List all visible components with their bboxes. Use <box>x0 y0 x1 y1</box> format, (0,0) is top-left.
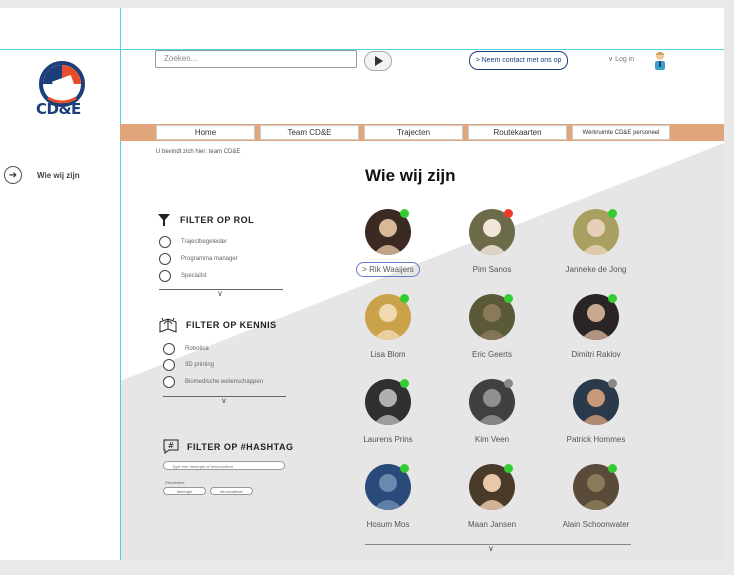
radio-button[interactable] <box>163 343 175 355</box>
nav-werkruimte[interactable]: Werkruimte CD&E personeel <box>572 125 670 140</box>
status-indicator <box>400 379 409 388</box>
member-name[interactable]: Alain Schoonwater <box>563 520 630 529</box>
member-name[interactable]: Laurens Prins <box>363 435 412 444</box>
status-indicator <box>504 379 513 388</box>
status-indicator <box>504 209 513 218</box>
status-indicator <box>504 464 513 473</box>
radio-button[interactable] <box>163 376 175 388</box>
option-label: 3D printing <box>185 362 215 368</box>
team-member-card[interactable]: Pim Sanos <box>440 209 544 277</box>
svg-text:#: # <box>168 441 175 450</box>
hashtag-tag[interactable]: #innovatieve <box>210 487 253 495</box>
filter-kennis-option[interactable]: 3D printing <box>163 359 214 371</box>
member-name[interactable]: Dimitri Raklov <box>571 350 620 359</box>
status-indicator <box>400 209 409 218</box>
chevron-down-icon[interactable]: ∨ <box>221 396 227 405</box>
status-indicator <box>608 209 617 218</box>
nav-home[interactable]: Home <box>156 125 255 140</box>
login-label: Log in <box>615 56 635 63</box>
member-name[interactable]: Kim Veen <box>475 435 509 444</box>
team-member-card[interactable]: Eric Geerts <box>440 294 544 362</box>
nav-team-cde[interactable]: Team CD&E <box>260 125 359 140</box>
radio-button[interactable] <box>159 270 171 282</box>
chevron-down-icon[interactable]: ∨ <box>217 289 223 298</box>
hashtag-tag[interactable]: #energie <box>163 487 206 495</box>
contact-button[interactable]: > Neem contact met ons op <box>469 51 568 70</box>
sidebar-item-wie-wij-zijn[interactable]: ➔ Wie wij zijn <box>4 166 80 184</box>
guide-line-horizontal <box>0 49 724 50</box>
radio-button[interactable] <box>163 359 175 371</box>
team-member-card[interactable]: Maan Jansen <box>440 464 544 532</box>
member-name[interactable]: Janneke de Jong <box>566 265 627 274</box>
hashtag-input[interactable]: Type hier #energie of #innovatieve <box>163 461 285 470</box>
status-indicator <box>608 464 617 473</box>
team-member-card[interactable]: > Rik Waaijers <box>336 209 440 277</box>
filter-hashtag-title: FILTER OP #HASHTAG <box>187 442 294 452</box>
member-name[interactable]: Maan Jansen <box>468 520 516 529</box>
filter-kennis-option[interactable]: Robotica <box>163 343 209 355</box>
status-indicator <box>504 294 513 303</box>
results-label: Resultaten: <box>165 480 186 485</box>
play-icon <box>375 56 383 66</box>
option-label: Specialist <box>181 273 207 279</box>
nav-trajecten[interactable]: Trajecten <box>364 125 463 140</box>
option-label: Trajectbegeleider <box>181 239 228 245</box>
page-canvas: CD&E ➔ Wie wij zijn Zoeken... > Neem con… <box>0 8 724 560</box>
chevron-down-icon: ∨ <box>608 56 614 63</box>
team-member-card[interactable]: Dimitri Raklov <box>544 294 648 362</box>
team-member-card[interactable]: Hosum Mos <box>336 464 440 532</box>
team-member-card[interactable]: Alain Schoonwater <box>544 464 648 532</box>
filter-rol-option[interactable]: Programma manager <box>159 253 238 265</box>
filter-rol-option[interactable]: Specialist <box>159 270 207 282</box>
divider <box>365 544 631 545</box>
member-name[interactable]: > Rik Waaijers <box>356 262 420 277</box>
user-avatar-icon[interactable] <box>653 51 667 71</box>
brain-book-icon <box>159 317 177 333</box>
page-title: Wie wij zijn <box>365 166 456 185</box>
status-indicator <box>608 294 617 303</box>
member-name[interactable]: Hosum Mos <box>367 520 410 529</box>
breadcrumb: U bevindt zich hier: team CD&E <box>156 149 241 155</box>
chevron-down-icon[interactable]: ∨ <box>488 544 494 553</box>
filter-rol-option[interactable]: Trajectbegeleider <box>159 236 227 248</box>
status-indicator <box>400 464 409 473</box>
hashtag-chat-icon: # <box>163 439 179 454</box>
team-member-card[interactable]: Patrick Hommes <box>544 379 648 447</box>
search-input[interactable]: Zoeken... <box>155 50 357 68</box>
funnel-icon <box>158 214 170 226</box>
member-name[interactable]: Eric Geerts <box>472 350 512 359</box>
filter-kennis-option[interactable]: Biomedische wetenschappen <box>163 376 263 388</box>
nav-routekaarten[interactable]: Routekaarten <box>468 125 567 140</box>
member-name[interactable]: Pim Sanos <box>473 265 512 274</box>
radio-button[interactable] <box>159 236 171 248</box>
search-button[interactable] <box>364 51 392 71</box>
team-member-card[interactable]: Kim Veen <box>440 379 544 447</box>
status-indicator <box>608 379 617 388</box>
arrow-right-icon: ➔ <box>4 166 22 184</box>
option-label: Robotica <box>185 346 209 352</box>
member-name[interactable]: Patrick Hommes <box>567 435 626 444</box>
team-member-card[interactable]: Janneke de Jong <box>544 209 648 277</box>
sidebar-item-label: Wie wij zijn <box>37 170 80 180</box>
brand-text: CD&E <box>36 100 81 118</box>
status-indicator <box>400 294 409 303</box>
radio-button[interactable] <box>159 253 171 265</box>
login-link[interactable]: ∨ Log in <box>608 55 634 63</box>
filter-kennis-title: FILTER OP KENNIS <box>186 320 277 330</box>
filter-rol-title: FILTER OP ROL <box>180 215 255 225</box>
member-name[interactable]: Lisa Blom <box>370 350 405 359</box>
option-label: Programma manager <box>181 256 238 262</box>
guide-line-vertical <box>120 8 121 560</box>
team-member-card[interactable]: Laurens Prins <box>336 379 440 447</box>
option-label: Biomedische wetenschappen <box>185 379 264 385</box>
team-member-card[interactable]: Lisa Blom <box>336 294 440 362</box>
